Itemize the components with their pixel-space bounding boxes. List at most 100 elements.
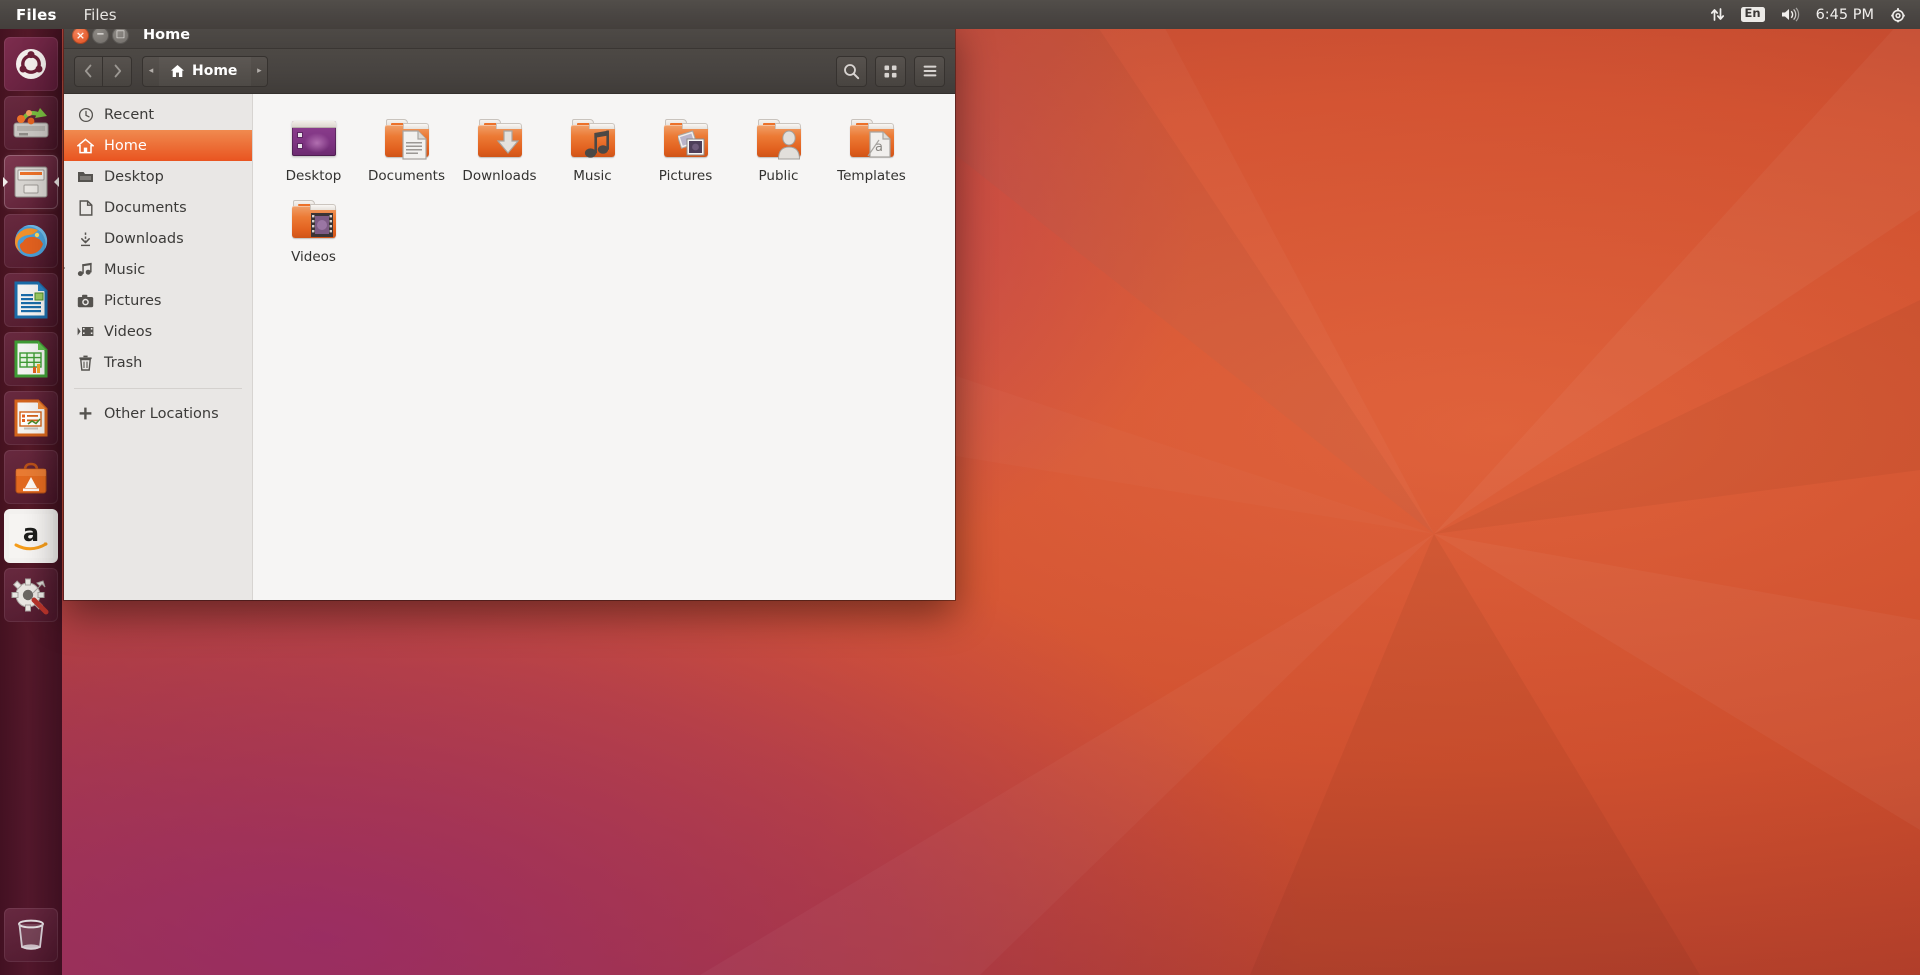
sidebar-item-recent[interactable]: Recent [64, 99, 252, 130]
sidebar-collapse-handle[interactable] [64, 262, 65, 274]
clock-icon [77, 106, 94, 123]
panel-indicators: En 6:45 PM [1702, 0, 1920, 29]
sidebar-item-downloads[interactable]: Downloads [64, 223, 252, 254]
window-close-button[interactable]: × [72, 26, 89, 44]
sidebar-item-label: Documents [104, 199, 187, 216]
document-icon [77, 199, 94, 216]
launcher-item-ubuntu-software[interactable] [4, 450, 58, 504]
search-icon [844, 63, 860, 79]
launcher-item-trash[interactable] [4, 908, 58, 962]
libreoffice-writer-icon [14, 281, 48, 319]
ubuntu-software-bag-icon [15, 462, 47, 494]
launcher-item-ubuntu-dash[interactable] [4, 37, 58, 91]
file-item-label: Templates [837, 168, 906, 184]
unity-launcher: a [0, 29, 62, 975]
session-indicator[interactable] [1882, 0, 1914, 29]
panel-menubar: Files [75, 6, 126, 24]
panel-app-name[interactable]: Files [7, 6, 66, 24]
keyboard-layout-label: En [1740, 7, 1765, 22]
launcher-item-libreoffice-impress[interactable] [4, 391, 58, 445]
launcher-item-libreoffice-calc[interactable] [4, 332, 58, 386]
camera-icon [77, 292, 94, 309]
sidebar-item-label: Downloads [104, 230, 184, 247]
launcher-item-software-updater[interactable] [4, 96, 58, 150]
public-folder-icon [755, 114, 803, 162]
folder-icon [77, 168, 94, 185]
launcher-running-pip-left [3, 177, 8, 187]
sidebar-item-desktop[interactable]: Desktop [64, 161, 252, 192]
file-cabinet-icon [14, 166, 48, 198]
launcher-item-amazon[interactable]: a [4, 509, 58, 563]
sidebar-item-home[interactable]: Home [64, 130, 252, 161]
sidebar-item-trash[interactable]: Trash [64, 347, 252, 378]
file-item-label: Public [758, 168, 799, 184]
sidebar-item-pictures[interactable]: Pictures [64, 285, 252, 316]
search-button[interactable] [836, 55, 867, 87]
file-item-label: Downloads [462, 168, 537, 184]
videos-folder-icon [290, 195, 338, 243]
sidebar-item-label: Trash [104, 354, 143, 371]
volume-speaker-icon [1781, 7, 1800, 22]
file-item-downloads[interactable]: Downloads [453, 108, 546, 189]
chevron-right-icon [114, 64, 121, 78]
file-item-desktop[interactable]: Desktop [267, 108, 360, 189]
file-item-music[interactable]: Music [546, 108, 639, 189]
file-item-templates[interactable]: a Templates [825, 108, 918, 189]
sidebar-divider [74, 388, 242, 389]
download-icon [77, 230, 94, 247]
navigation-buttons [74, 55, 132, 87]
sidebar-item-label: Recent [104, 106, 155, 123]
clock-indicator[interactable]: 6:45 PM [1808, 0, 1882, 29]
toolbar-right-buttons [836, 55, 945, 87]
launcher-focused-pip-right [54, 177, 59, 187]
launcher-item-files[interactable] [3, 155, 59, 209]
forward-button[interactable] [103, 55, 132, 87]
panel-menu-files[interactable]: Files [75, 6, 126, 24]
keyboard-layout-indicator[interactable]: En [1733, 0, 1773, 29]
breadcrumb-scroll-left[interactable]: ◂ [142, 55, 159, 87]
files-window: × − □ Home ◂ Home ▸ Recent Home Desktop … [64, 22, 955, 600]
desktop-folder-icon [290, 114, 338, 162]
clock-label: 6:45 PM [1815, 6, 1874, 23]
sidebar-item-music[interactable]: Music [64, 254, 252, 285]
volume-indicator[interactable] [1773, 0, 1808, 29]
file-item-documents[interactable]: Documents [360, 108, 453, 189]
file-item-label: Pictures [658, 168, 713, 184]
pictures-folder-icon [662, 114, 710, 162]
file-item-label: Music [573, 168, 612, 184]
breadcrumb-scroll-right[interactable]: ▸ [251, 55, 269, 87]
maximize-icon: □ [115, 29, 126, 40]
sidebar-item-documents[interactable]: Documents [64, 192, 252, 223]
app-menu-button[interactable] [914, 55, 945, 87]
power-gear-icon [1890, 7, 1906, 23]
ubuntu-dash-icon [16, 49, 46, 79]
firefox-icon [15, 224, 48, 257]
back-button[interactable] [74, 55, 103, 87]
launcher-bottom-section [0, 905, 62, 967]
file-item-videos[interactable]: Videos [267, 189, 360, 270]
breadcrumb-label: Home [192, 63, 238, 79]
music-note-icon [77, 261, 94, 278]
file-item-public[interactable]: Public [732, 108, 825, 189]
hamburger-menu-icon [923, 65, 936, 77]
view-options-button[interactable] [875, 55, 906, 87]
file-item-label: Desktop [285, 168, 342, 184]
launcher-item-libreoffice-writer[interactable] [4, 273, 58, 327]
window-minimize-button[interactable]: − [92, 26, 109, 44]
documents-folder-icon [383, 114, 431, 162]
sidebar-item-videos[interactable]: Videos [64, 316, 252, 347]
chevron-left-icon [84, 64, 92, 78]
file-item-pictures[interactable]: Pictures [639, 108, 732, 189]
trash-icon [77, 354, 94, 371]
file-icon-view[interactable]: Desktop Documents Downloads Music Pictur… [253, 94, 955, 600]
window-maximize-button[interactable]: □ [112, 26, 129, 44]
view-grid-icon [884, 65, 897, 77]
breadcrumb-item-home[interactable]: Home [159, 55, 252, 87]
breadcrumb: ◂ Home ▸ [142, 55, 269, 87]
sidebar-item-other-locations[interactable]: Other Locations [64, 398, 252, 429]
launcher-item-system-settings[interactable] [4, 568, 58, 622]
software-updater-icon [13, 108, 49, 138]
network-indicator[interactable] [1702, 0, 1733, 29]
downloads-folder-icon [476, 114, 524, 162]
launcher-item-firefox[interactable] [4, 214, 58, 268]
